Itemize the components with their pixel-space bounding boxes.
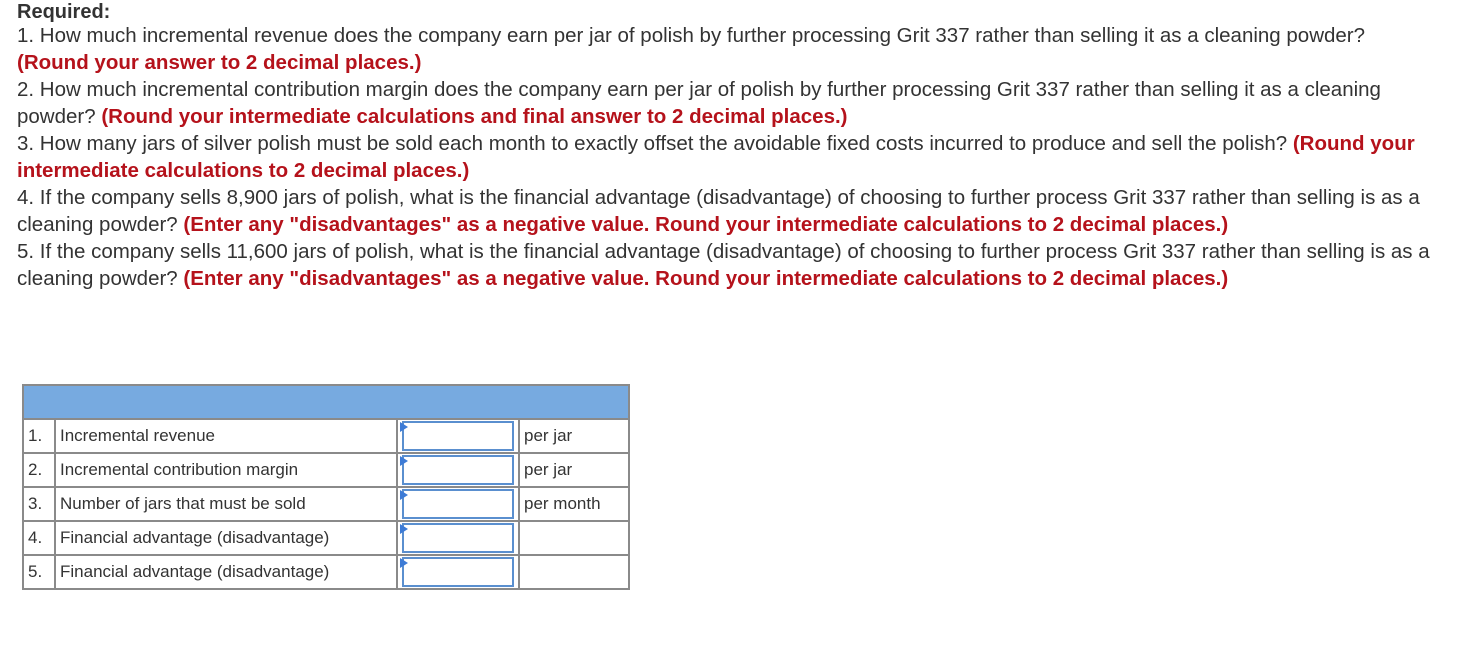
- question-3: 3. How many jars of silver polish must b…: [17, 130, 1437, 184]
- row-number: 2.: [22, 452, 56, 488]
- answer-cell: [396, 452, 520, 488]
- question-5: 5. If the company sells 11,600 jars of p…: [17, 238, 1437, 292]
- required-heading: Required:: [17, 1, 111, 23]
- answer-cell: [396, 554, 520, 590]
- question-2: 2. How much incremental contribution mar…: [17, 76, 1437, 130]
- row-label: Incremental revenue: [54, 418, 398, 454]
- answer-table: 1. Incremental revenue per jar 2. Increm…: [22, 384, 630, 590]
- input-flag-icon: [400, 490, 408, 500]
- answer-input-1[interactable]: [402, 421, 514, 451]
- row-label: Financial advantage (disadvantage): [54, 520, 398, 556]
- row-number: 4.: [22, 520, 56, 556]
- question-instruction: (Enter any "disadvantages" as a negative…: [183, 213, 1229, 236]
- row-number: 5.: [22, 554, 56, 590]
- table-row: 5. Financial advantage (disadvantage): [22, 554, 630, 590]
- table-row: 3. Number of jars that must be sold per …: [22, 486, 630, 522]
- question-text: 1. How much incremental revenue does the…: [17, 24, 1366, 47]
- question-instruction: (Round your intermediate calculations an…: [101, 105, 848, 128]
- answer-cell: [396, 486, 520, 522]
- answer-input-5[interactable]: [402, 557, 514, 587]
- question-1: 1. How much incremental revenue does the…: [17, 22, 1437, 76]
- input-flag-icon: [400, 422, 408, 432]
- input-flag-icon: [400, 524, 408, 534]
- question-text: 3. How many jars of silver polish must b…: [17, 132, 1293, 155]
- table-row: 2. Incremental contribution margin per j…: [22, 452, 630, 488]
- question-list: 1. How much incremental revenue does the…: [17, 22, 1437, 292]
- question-instruction: (Enter any "disadvantages" as a negative…: [183, 267, 1229, 290]
- answer-table-header: [22, 384, 630, 420]
- row-label: Incremental contribution margin: [54, 452, 398, 488]
- row-unit: per jar: [518, 418, 630, 454]
- row-number: 1.: [22, 418, 56, 454]
- table-row: 1. Incremental revenue per jar: [22, 418, 630, 454]
- row-unit: per jar: [518, 452, 630, 488]
- answer-cell: [396, 520, 520, 556]
- answer-input-4[interactable]: [402, 523, 514, 553]
- question-instruction: (Round your answer to 2 decimal places.): [17, 51, 422, 74]
- input-flag-icon: [400, 456, 408, 466]
- input-flag-icon: [400, 558, 408, 568]
- header-cell: [22, 384, 630, 420]
- answer-input-2[interactable]: [402, 455, 514, 485]
- row-label: Financial advantage (disadvantage): [54, 554, 398, 590]
- row-number: 3.: [22, 486, 56, 522]
- question-4: 4. If the company sells 8,900 jars of po…: [17, 184, 1437, 238]
- answer-input-3[interactable]: [402, 489, 514, 519]
- table-row: 4. Financial advantage (disadvantage): [22, 520, 630, 556]
- row-unit: [518, 554, 630, 590]
- row-label: Number of jars that must be sold: [54, 486, 398, 522]
- answer-cell: [396, 418, 520, 454]
- row-unit: per month: [518, 486, 630, 522]
- row-unit: [518, 520, 630, 556]
